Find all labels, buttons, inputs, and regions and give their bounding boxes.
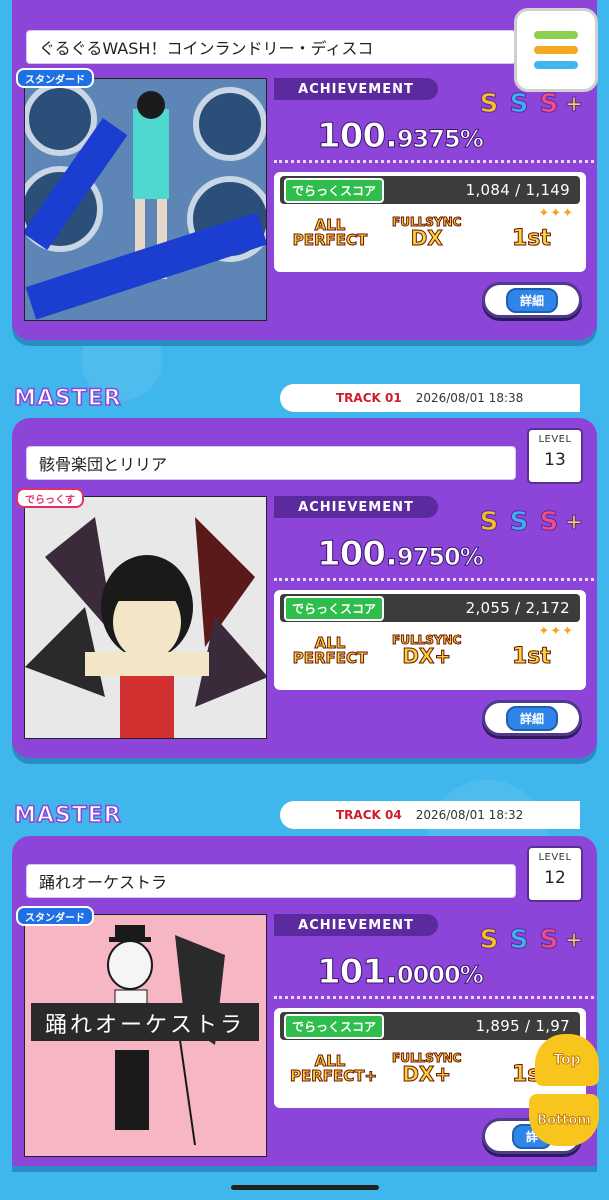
score-detail-panel: でらっくスコア 2,055 / 2,172 ✦✦✦ ALL PERFECT FU… bbox=[274, 590, 586, 690]
dx-score-bar: でらっくスコア 1,895 / 1,97 bbox=[280, 1012, 580, 1040]
jacket-image bbox=[24, 78, 267, 321]
level-value: 12 bbox=[544, 868, 566, 888]
achievement-score: 101.0000% bbox=[317, 952, 485, 993]
record-card-2: 骸骨楽団とリリア LEVEL 13 でらっくす ACHIEVEMENT S S … bbox=[12, 418, 597, 758]
combo-badge: ALL PERFECT bbox=[292, 634, 368, 667]
menu-line-icon bbox=[534, 46, 578, 54]
rank-plus: + bbox=[564, 509, 584, 535]
rank-plus: + bbox=[564, 927, 584, 953]
score-detail-panel: でらっくスコア 1,084 / 1,149 ✦✦✦ ALL PERFECT FU… bbox=[274, 172, 586, 272]
track-number: TRACK 01 bbox=[336, 391, 402, 405]
scroll-top-label: Top bbox=[553, 1052, 581, 1069]
sync-badge: FULLSYNC DX+ bbox=[391, 1052, 461, 1086]
score-int: 101. bbox=[317, 952, 399, 993]
level-label: LEVEL bbox=[538, 852, 572, 863]
dx-score-value: 1,895 / 1,97 bbox=[475, 1017, 570, 1035]
achievement-score: 100.9750% bbox=[317, 534, 485, 575]
home-indicator[interactable] bbox=[230, 1185, 379, 1190]
song-title: ぐるぐるWASH！コインランドリー・ディスコ bbox=[26, 30, 516, 64]
dx-score-label: でらっくスコア bbox=[284, 1013, 385, 1039]
achievement-score: 100.9375% bbox=[317, 116, 485, 157]
achievement-label: ACHIEVEMENT bbox=[274, 78, 438, 100]
dx-star-icon: ✦✦✦ bbox=[538, 206, 574, 221]
rank-letter: S bbox=[509, 89, 529, 120]
detail-button[interactable]: 詳細 bbox=[482, 282, 582, 318]
sync-bottom: DX bbox=[410, 226, 443, 250]
combo-badge: ALL PERFECT+ bbox=[290, 1052, 378, 1085]
jacket-title-text: 踊れオーケストラ bbox=[44, 1013, 245, 1038]
dx-score-bar: でらっくスコア 1,084 / 1,149 bbox=[280, 176, 580, 204]
jacket-art bbox=[25, 79, 266, 320]
rank-letter: S bbox=[509, 507, 529, 538]
record-card-3: 踊れオーケストラ LEVEL 12 踊れオーケストラ スタンダード ACHIEV… bbox=[12, 836, 597, 1166]
track-info-bar: TRACK 01 2026/08/01 18:38 bbox=[280, 384, 580, 412]
score-frac: 9375% bbox=[396, 125, 484, 154]
dx-score-value: 2,055 / 2,172 bbox=[465, 599, 570, 617]
track-info-bar: TRACK 04 2026/08/01 18:32 bbox=[280, 801, 580, 829]
sync-bottom: DX+ bbox=[402, 644, 452, 668]
place-badge: 1st bbox=[512, 226, 552, 251]
chart-type-tag: スタンダード bbox=[16, 906, 94, 926]
jacket-image bbox=[24, 496, 267, 739]
menu-line-icon bbox=[534, 31, 578, 39]
dx-star-icon: ✦✦✦ bbox=[538, 624, 574, 639]
rank-letter: S bbox=[539, 925, 559, 956]
rank-letter: S bbox=[539, 89, 559, 120]
dx-score-label: でらっくスコア bbox=[284, 177, 385, 203]
score-int: 100. bbox=[317, 116, 399, 157]
rank-badge: S S S + bbox=[475, 506, 584, 538]
menu-button[interactable] bbox=[514, 8, 598, 92]
dx-score-value: 1,084 / 1,149 bbox=[465, 181, 570, 199]
jacket-art bbox=[25, 497, 266, 738]
achievement-label: ACHIEVEMENT bbox=[274, 496, 438, 518]
sync-bottom: DX+ bbox=[402, 1062, 452, 1086]
record-card-1: ぐるぐるWASH！コインランドリー・ディスコ スタンダード ACHIEVEMEN… bbox=[12, 0, 597, 340]
chart-type-tag: でらっくす bbox=[16, 488, 84, 508]
level-label: LEVEL bbox=[538, 434, 572, 445]
dx-score-bar: でらっくスコア 2,055 / 2,172 bbox=[280, 594, 580, 622]
rank-plus: + bbox=[564, 91, 584, 117]
score-frac: 9750% bbox=[396, 543, 484, 572]
achievement-label: ACHIEVEMENT bbox=[274, 914, 438, 936]
scroll-bottom-button[interactable]: Bottom bbox=[529, 1094, 599, 1146]
rank-badge: S S S + bbox=[475, 88, 584, 120]
difficulty-tag: MASTER bbox=[13, 802, 122, 829]
score-frac: 0000% bbox=[396, 961, 484, 990]
difficulty-tag: MASTER bbox=[13, 385, 122, 412]
detail-button-label: 詳細 bbox=[505, 287, 558, 313]
scroll-bottom-label: Bottom bbox=[537, 1112, 592, 1128]
track-number: TRACK 04 bbox=[336, 808, 402, 822]
detail-button-label: 詳細 bbox=[505, 705, 558, 731]
place-badge: 1st bbox=[512, 644, 552, 669]
rank-letter: S bbox=[539, 507, 559, 538]
chart-type-tag: スタンダード bbox=[16, 68, 94, 88]
level-value: 13 bbox=[544, 450, 566, 470]
dx-score-label: でらっくスコア bbox=[284, 595, 385, 621]
detail-button[interactable]: 詳細 bbox=[482, 700, 582, 736]
song-title: 踊れオーケストラ bbox=[26, 864, 516, 898]
scroll-top-button[interactable]: Top bbox=[535, 1034, 599, 1086]
divider bbox=[274, 160, 594, 163]
combo-badge: ALL PERFECT bbox=[292, 216, 368, 249]
divider bbox=[274, 996, 594, 999]
sync-badge: FULLSYNC DX+ bbox=[391, 634, 461, 668]
jacket-image: 踊れオーケストラ bbox=[24, 914, 267, 1157]
play-date: 2026/08/01 18:32 bbox=[415, 808, 524, 822]
rank-badge: S S S + bbox=[475, 924, 584, 956]
level-box: LEVEL 12 bbox=[527, 846, 583, 902]
rank-letter: S bbox=[509, 925, 529, 956]
sync-badge: FULLSYNC DX bbox=[391, 216, 461, 250]
song-title: 骸骨楽団とリリア bbox=[26, 446, 516, 480]
score-int: 100. bbox=[317, 534, 399, 575]
play-date: 2026/08/01 18:38 bbox=[415, 391, 524, 405]
divider bbox=[274, 578, 594, 581]
level-box: LEVEL 13 bbox=[527, 428, 583, 484]
menu-line-icon bbox=[534, 61, 578, 69]
